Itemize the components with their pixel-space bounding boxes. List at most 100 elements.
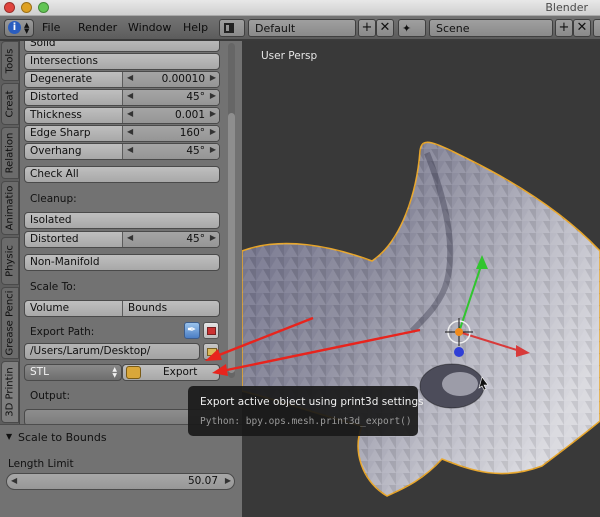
export-path-file-button[interactable] [203,322,219,339]
viewport-scene[interactable] [242,41,600,517]
export-format-dropdown[interactable]: STL ▲ ▼ [24,364,122,381]
decrement-arrow-icon[interactable]: ◀ [127,73,133,82]
3d-viewport[interactable]: User Persp [242,41,600,517]
scale-to-row: Volume Bounds [24,300,220,317]
scene-icon: ✦ [402,22,412,35]
cleanup-isolated-button[interactable]: Isolated [24,212,220,229]
increment-arrow-icon[interactable]: ▶ [210,233,216,242]
scale-to-label: Scale To: [30,281,77,293]
length-limit-label: Length Limit [8,458,74,470]
increment-arrow-icon[interactable]: ▶ [210,91,216,100]
increment-arrow-icon[interactable]: ▶ [225,476,231,485]
tab-3d-printing[interactable]: 3D Printin [1,361,19,423]
decrement-arrow-icon[interactable]: ◀ [11,476,17,485]
check-intersections-button[interactable]: Intersections [24,53,220,70]
plus-icon: + [361,20,373,35]
check-solid-button[interactable]: Solid [24,41,220,52]
degenerate-row: Degenerate ◀ 0.00010 ▶ [24,71,220,88]
tab-create[interactable]: Creat [1,83,19,125]
tab-tools[interactable]: Tools [1,41,19,81]
decrement-arrow-icon[interactable]: ◀ [127,233,133,242]
scene-browse-button[interactable]: ✦ [398,19,426,37]
minimize-window-button[interactable] [21,2,32,13]
close-icon: ✕ [379,20,391,35]
menu-render[interactable]: Render [78,21,117,34]
export-path-browse-button[interactable]: ✒ [184,322,200,339]
menu-window[interactable]: Window [128,21,171,34]
export-path-label: Export Path: [30,326,95,338]
check-edge-sharp-button[interactable]: Edge Sharp [30,127,91,139]
print3d-tool-panel: Solid Intersections Degenerate ◀ 0.00010 ▶… [20,41,242,424]
degenerate-threshold-field[interactable]: ◀ 0.00010 ▶ [122,72,219,87]
length-limit-field[interactable]: ◀ 50.07 ▶ [6,473,235,490]
engine-menu-button[interactable] [593,19,600,37]
folder-icon [207,348,217,356]
distorted-angle-field[interactable]: ◀ 45° ▶ [122,90,219,105]
scale-to-volume-button[interactable]: Volume [25,302,122,317]
menu-help[interactable]: Help [183,21,208,34]
increment-arrow-icon[interactable]: ▶ [210,127,216,136]
zoom-window-button[interactable] [38,2,49,13]
output-label: Output: [30,390,71,402]
check-thickness-button[interactable]: Thickness [30,109,82,121]
scene-field[interactable]: Scene [429,19,553,37]
plus-icon: + [558,20,570,35]
check-distorted-button[interactable]: Distorted [30,91,79,103]
overhang-angle-field[interactable]: ◀ 45° ▶ [122,144,219,159]
info-icon: i [8,21,21,34]
thickness-field[interactable]: ◀ 0.001 ▶ [122,108,219,123]
edge-sharp-angle-field[interactable]: ◀ 160° ▶ [122,126,219,141]
layout-browse-button[interactable] [219,19,245,37]
scene-value: Scene [436,22,470,35]
close-window-button[interactable] [4,2,15,13]
tab-physics[interactable]: Physic [1,237,19,285]
add-scene-button[interactable]: + [555,19,573,37]
export-path-folder-button[interactable] [203,343,219,360]
menu-file[interactable]: File [42,21,60,34]
distorted-row: Distorted ◀ 45° ▶ [24,89,220,106]
operator-title: Scale to Bounds [18,431,107,444]
export-icon [126,366,141,379]
increment-arrow-icon[interactable]: ▶ [210,73,216,82]
tab-animation[interactable]: Animatio [1,181,19,235]
tooltip-python: Python: bpy.ops.mesh.print3d_export() [200,416,412,427]
decrement-arrow-icon[interactable]: ◀ [127,91,133,100]
check-degenerate-button[interactable]: Degenerate [30,73,92,85]
decrement-arrow-icon[interactable]: ◀ [127,109,133,118]
non-manifold-button[interactable]: Non-Manifold [24,254,220,271]
add-layout-button[interactable]: + [358,19,376,37]
operator-panel: ▼ Scale to Bounds Length Limit ◀ 50.07 ▶ [0,424,242,517]
close-icon: ✕ [576,20,588,35]
export-tooltip: Export active object using print3d setti… [188,386,424,436]
increment-arrow-icon[interactable]: ▶ [210,145,216,154]
blender-window: Blender i ▲ ▼ File Render Window Help Def… [0,0,600,517]
cleanup-distorted-angle-field[interactable]: ◀ 45° ▶ [122,232,219,247]
panel-scrollbar-thumb[interactable] [228,113,235,373]
screen-layout-field[interactable]: Default [248,19,356,37]
increment-arrow-icon[interactable]: ▶ [210,109,216,118]
tab-relations[interactable]: Relation [1,127,19,179]
tool-shelf-tabs: Tools Creat Relation Animatio Physic Gre… [0,41,20,424]
delete-layout-button[interactable]: ✕ [376,19,394,37]
export-button[interactable]: Export [122,364,220,381]
scale-to-bounds-button[interactable]: Bounds [122,301,219,316]
cleanup-distorted-button[interactable]: Distorted [30,233,79,245]
layout-grid-icon [224,23,234,33]
cleanup-distorted-row: Distorted ◀ 45° ▶ [24,231,220,248]
cleanup-label: Cleanup: [30,193,77,205]
check-all-button[interactable]: Check All [24,166,220,183]
delete-scene-button[interactable]: ✕ [573,19,591,37]
decrement-arrow-icon[interactable]: ◀ [127,127,133,136]
editor-type-button[interactable]: i ▲ ▼ [4,19,34,37]
check-overhang-button[interactable]: Overhang [30,145,81,157]
export-path-field[interactable]: /Users/Larum/Desktop/ [24,343,200,360]
decrement-arrow-icon[interactable]: ◀ [127,145,133,154]
chevron-updown-icon: ▲ ▼ [24,21,30,35]
file-browser-icon [207,327,216,335]
panel-collapse-icon[interactable]: ▼ [6,432,12,441]
thickness-row: Thickness ◀ 0.001 ▶ [24,107,220,124]
mesh-object[interactable] [242,141,600,497]
tab-grease-pencil[interactable]: Grease Penci [1,287,19,359]
panel-scrollbar[interactable] [228,43,235,378]
info-header: i ▲ ▼ File Render Window Help Default + ✕… [0,16,600,40]
